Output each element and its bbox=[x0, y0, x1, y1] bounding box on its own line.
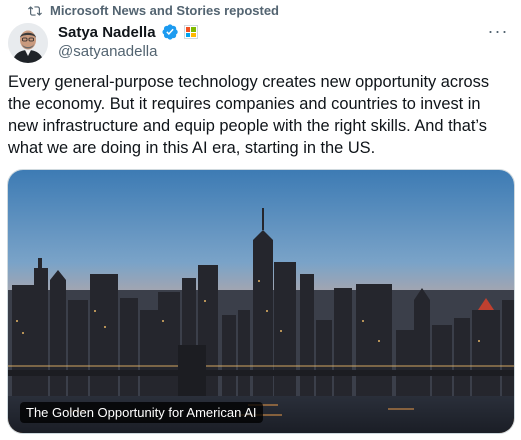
repost-icon bbox=[28, 5, 42, 16]
city-skyline-sunset-image bbox=[8, 170, 514, 433]
repost-indicator[interactable]: Microsoft News and Stories reposted bbox=[28, 3, 279, 18]
name-row: Satya Nadella bbox=[58, 22, 481, 42]
link-card[interactable]: The Golden Opportunity for American AI bbox=[7, 169, 515, 434]
avatar[interactable] bbox=[8, 23, 48, 63]
verified-badge-icon[interactable] bbox=[161, 23, 179, 41]
avatar-image bbox=[8, 23, 48, 63]
more-options-button[interactable]: ··· bbox=[485, 18, 511, 44]
display-name[interactable]: Satya Nadella bbox=[58, 24, 156, 41]
post-text: Every general-purpose technology creates… bbox=[8, 73, 490, 157]
repost-text: Microsoft News and Stories reposted bbox=[50, 3, 279, 18]
microsoft-logo-icon[interactable] bbox=[183, 25, 198, 39]
post-header: Satya Nadella @satyanadella bbox=[58, 22, 481, 60]
link-card-title: The Golden Opportunity for American AI bbox=[20, 402, 263, 423]
user-handle[interactable]: @satyanadella bbox=[58, 43, 481, 60]
more-icon: ··· bbox=[487, 20, 509, 41]
